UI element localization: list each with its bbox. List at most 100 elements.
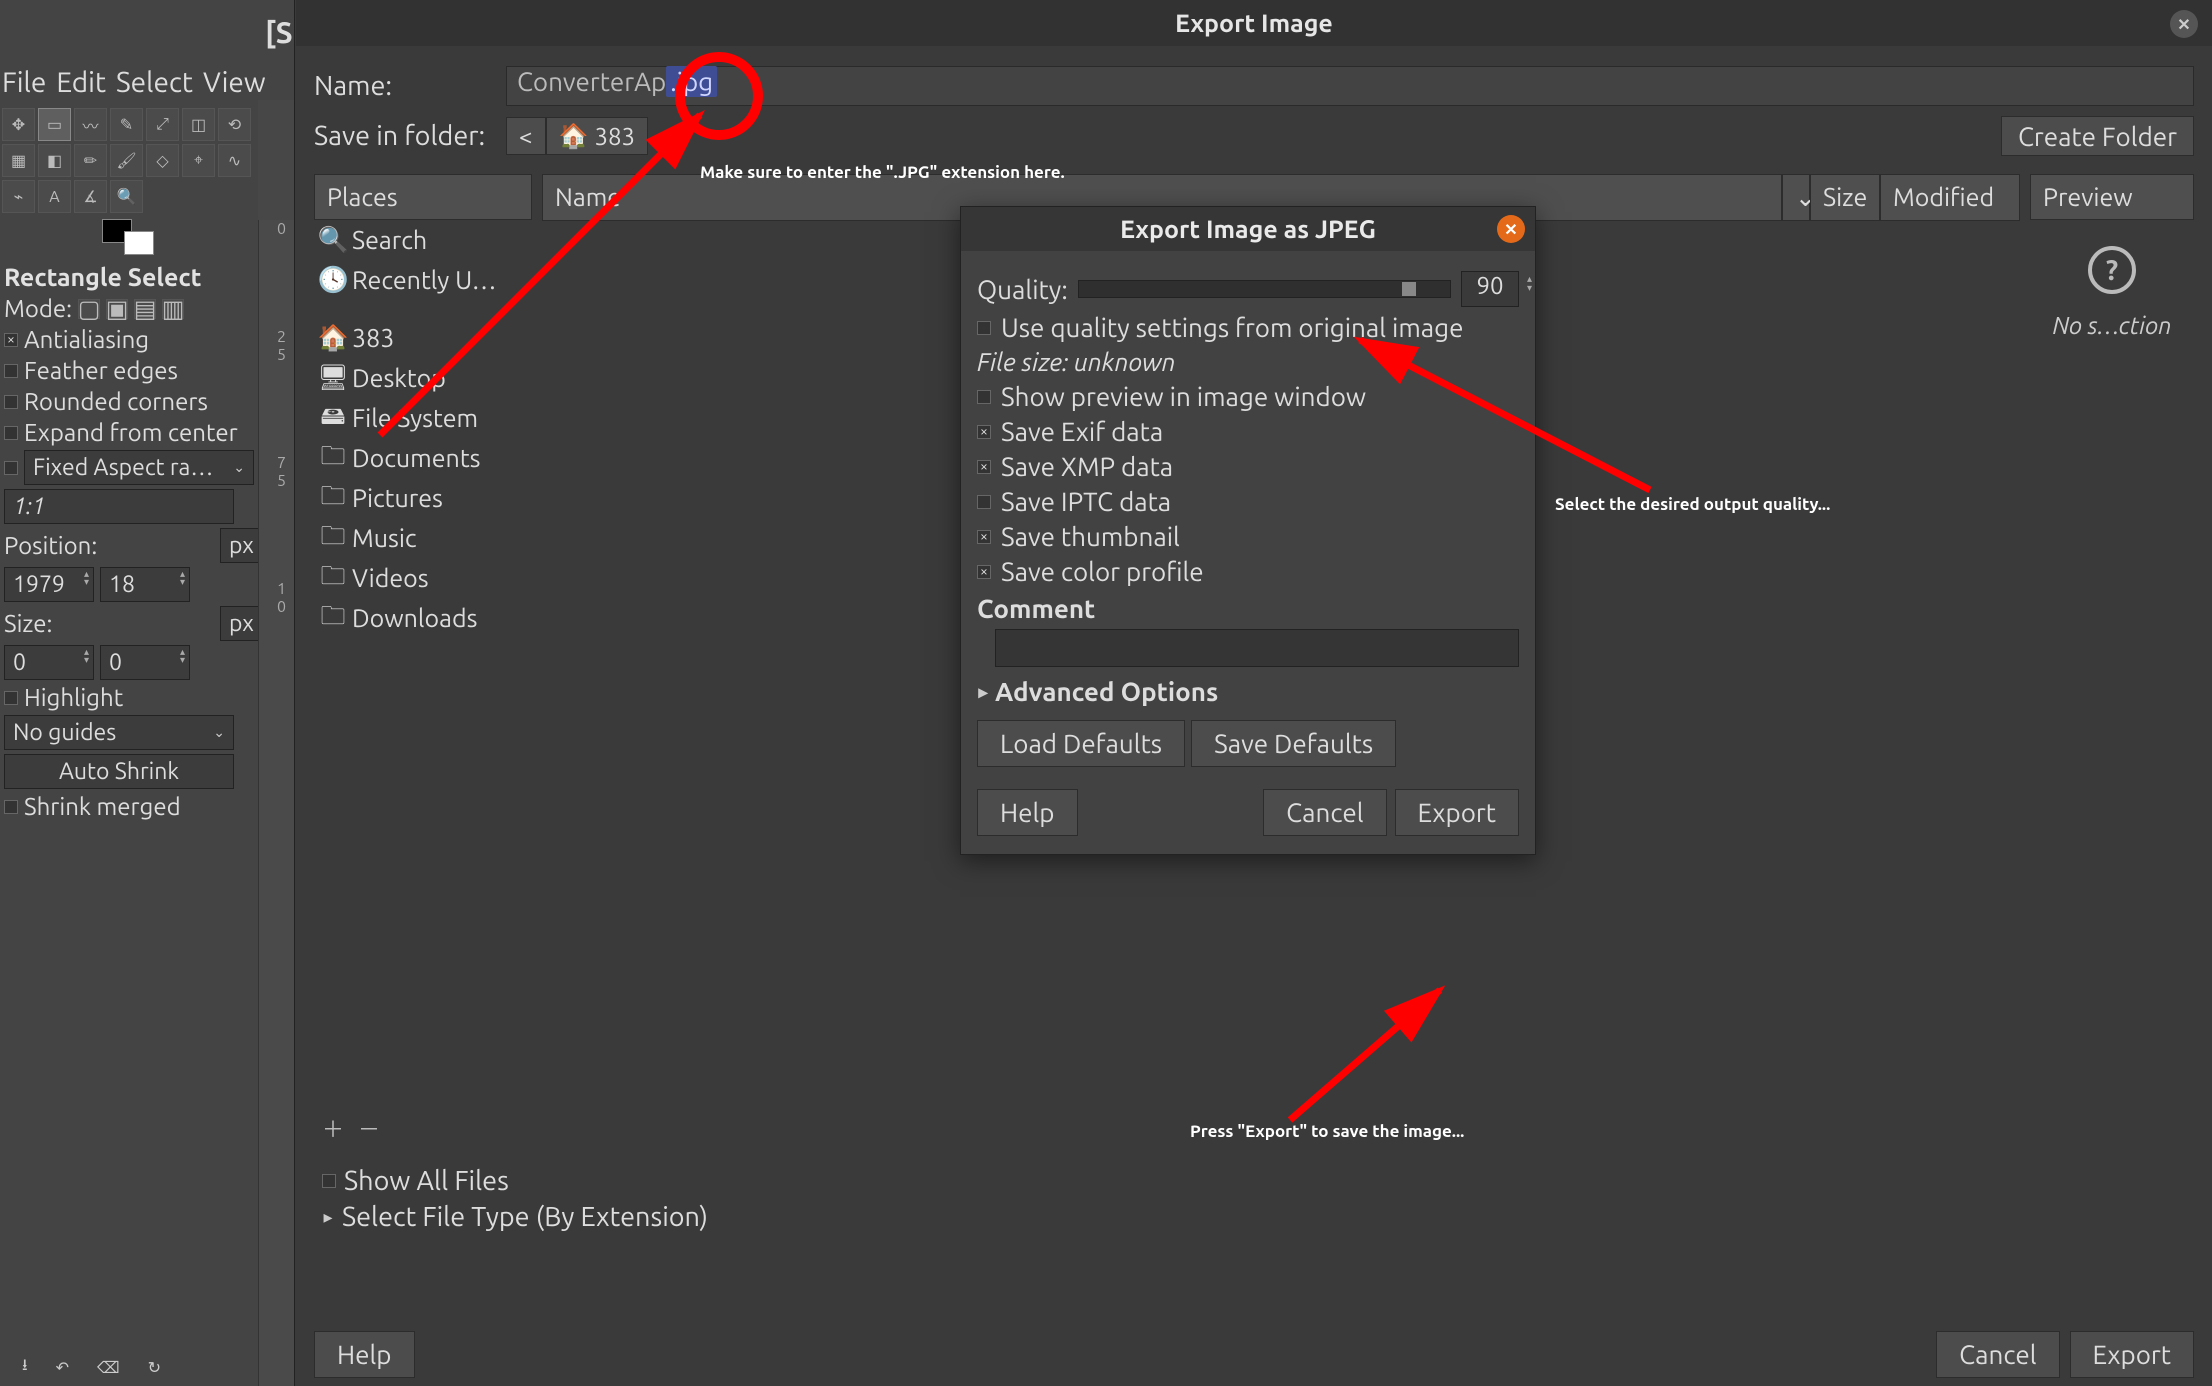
tool-gradient-icon[interactable]: ◧ — [38, 144, 71, 177]
savecolor-check[interactable] — [977, 565, 991, 579]
shrinkmerged-check[interactable] — [4, 800, 18, 814]
spinner-icon[interactable]: ▴▾ — [180, 570, 185, 586]
spinner-icon[interactable]: ▴▾ — [84, 570, 89, 586]
showpreview-check[interactable] — [977, 390, 991, 404]
mode-sub-icon[interactable]: ▤ — [134, 299, 156, 319]
place-recent[interactable]: 🕓Recently U… — [314, 260, 532, 300]
expand-check[interactable] — [4, 426, 18, 440]
bg-color-swatch[interactable] — [124, 231, 154, 255]
spinner-icon[interactable]: ▴▾ — [84, 648, 89, 664]
filename-input[interactable]: ConverterAp.jpg — [506, 66, 2194, 106]
saveexif-check[interactable] — [977, 425, 991, 439]
mode-add-icon[interactable]: ▣ — [106, 299, 128, 319]
rounded-check[interactable] — [4, 395, 18, 409]
quality-slider[interactable] — [1078, 280, 1451, 298]
advanced-toggle[interactable]: ▸Advanced Options — [977, 677, 1519, 706]
mode-replace-icon[interactable]: ▢ — [78, 299, 100, 319]
place-music[interactable]: 🗀Music — [314, 518, 532, 558]
help-button[interactable]: Help — [314, 1331, 415, 1378]
tool-fuzzy-icon[interactable]: ✎ — [110, 108, 143, 141]
savethumb-check[interactable] — [977, 530, 991, 544]
tool-smudge-icon[interactable]: ∿ — [218, 144, 251, 177]
pos-x-field[interactable]: 1979▴▾ — [4, 567, 94, 602]
annotation-quality-text: Select the desired output quality... — [1555, 495, 1830, 514]
fixed-check[interactable] — [4, 461, 18, 475]
tool-text-icon[interactable]: A — [38, 180, 71, 213]
feather-label: Feather edges — [24, 357, 178, 384]
feather-check[interactable] — [4, 364, 18, 378]
size-h-field[interactable]: 0▴▾ — [100, 645, 190, 680]
crumb-home-button[interactable]: 🏠 383 — [546, 117, 649, 155]
place-downloads[interactable]: 🗀Downloads — [314, 598, 532, 638]
tool-crop-icon[interactable]: ◫ — [182, 108, 215, 141]
delete-icon[interactable]: ⌫ — [97, 1358, 120, 1377]
savexmp-check[interactable] — [977, 460, 991, 474]
col-modified[interactable]: Modified — [1880, 174, 2020, 221]
tool-pencil-icon[interactable]: ✏ — [74, 144, 107, 177]
autoshrink-button[interactable]: Auto Shrink — [4, 754, 234, 789]
export-button[interactable]: Export — [2070, 1331, 2194, 1378]
tool-path-icon[interactable]: ⌁ — [2, 180, 35, 213]
tool-rotate-icon[interactable]: ⟲ — [218, 108, 251, 141]
tool-zoom-icon[interactable]: 🔍 — [110, 180, 143, 213]
place-desktop[interactable]: 🖥Desktop — [314, 358, 532, 398]
slider-thumb[interactable] — [1402, 282, 1416, 296]
filename-selected-ext: .jpg — [666, 66, 717, 97]
tool-move-icon[interactable]: ✥ — [2, 108, 35, 141]
spinner-icon[interactable]: ▴▾ — [180, 648, 185, 664]
showall-check[interactable] — [322, 1174, 336, 1188]
spinner-icon[interactable]: ▴▾ — [1527, 274, 1532, 292]
guides-dropdown[interactable]: No guides⌄ — [4, 715, 234, 750]
refresh-icon[interactable]: ↻ — [148, 1358, 161, 1377]
menu-view[interactable]: View — [203, 67, 266, 98]
place-pictures[interactable]: 🗀Pictures — [314, 478, 532, 518]
place-videos[interactable]: 🗀Videos — [314, 558, 532, 598]
col-size[interactable]: Size — [1810, 174, 1880, 221]
places-add-button[interactable]: ＋ — [322, 1112, 344, 1144]
antialias-check[interactable] — [4, 333, 18, 347]
tool-brush-icon[interactable]: 🖌 — [110, 144, 143, 177]
aspect-ratio-field[interactable]: 1:1 — [4, 489, 234, 524]
cancel-button[interactable]: Cancel — [1936, 1331, 2059, 1378]
menu-file[interactable]: File — [2, 67, 46, 98]
menu-select[interactable]: Select — [116, 67, 193, 98]
undo-icon[interactable]: ↶ — [56, 1358, 69, 1377]
menu-edit[interactable]: Edit — [56, 67, 106, 98]
jpeg-export-button[interactable]: Export — [1395, 789, 1519, 836]
savecolor-label: Save color profile — [1001, 557, 1204, 586]
download-icon[interactable]: ⭳ — [22, 1354, 28, 1381]
fixed-dropdown[interactable]: Fixed Aspect ra…⌄ — [24, 450, 254, 485]
load-defaults-button[interactable]: Load Defaults — [977, 720, 1185, 767]
highlight-check[interactable] — [4, 691, 18, 705]
places-remove-button[interactable]: － — [358, 1112, 380, 1144]
save-defaults-button[interactable]: Save Defaults — [1191, 720, 1396, 767]
place-search[interactable]: 🔍Search — [314, 220, 532, 260]
col-sort-caret[interactable]: ⌄ — [1782, 174, 1810, 221]
mode-int-icon[interactable]: ▥ — [162, 299, 184, 319]
jpeg-help-button[interactable]: Help — [977, 789, 1078, 836]
size-w-field[interactable]: 0▴▾ — [4, 645, 94, 680]
place-filesystem[interactable]: 🖴File System — [314, 398, 532, 438]
tool-rect-select-icon[interactable]: ▭ — [38, 108, 71, 141]
useorig-check[interactable] — [977, 321, 991, 335]
color-swatches[interactable] — [2, 219, 292, 247]
jpeg-close-button[interactable]: ✕ — [1497, 215, 1525, 243]
expand-filetype-icon[interactable]: ▸ — [322, 1211, 334, 1223]
place-documents[interactable]: 🗀Documents — [314, 438, 532, 478]
tool-eraser-icon[interactable]: ◇ — [146, 144, 179, 177]
tool-measure-icon[interactable]: ∡ — [74, 180, 107, 213]
place-home[interactable]: 🏠383 — [314, 318, 532, 358]
tool-clone-icon[interactable]: ⌖ — [182, 144, 215, 177]
comment-textarea[interactable] — [995, 629, 1519, 667]
saveiptc-check[interactable] — [977, 495, 991, 509]
tool-scale-icon[interactable]: ⤢ — [146, 108, 179, 141]
quality-input[interactable]: 90 ▴▾ — [1461, 271, 1519, 307]
tool-bucket-icon[interactable]: ▦ — [2, 144, 35, 177]
crumb-back-button[interactable]: < — [506, 117, 546, 155]
jpeg-cancel-button[interactable]: Cancel — [1263, 789, 1386, 836]
close-button[interactable]: ✕ — [2170, 10, 2198, 38]
selecttype-label[interactable]: Select File Type (By Extension) — [342, 1202, 708, 1232]
tool-lasso-icon[interactable]: 〰 — [74, 108, 107, 141]
create-folder-button[interactable]: Create Folder — [2001, 116, 2194, 156]
pos-y-field[interactable]: 18▴▾ — [100, 567, 190, 602]
